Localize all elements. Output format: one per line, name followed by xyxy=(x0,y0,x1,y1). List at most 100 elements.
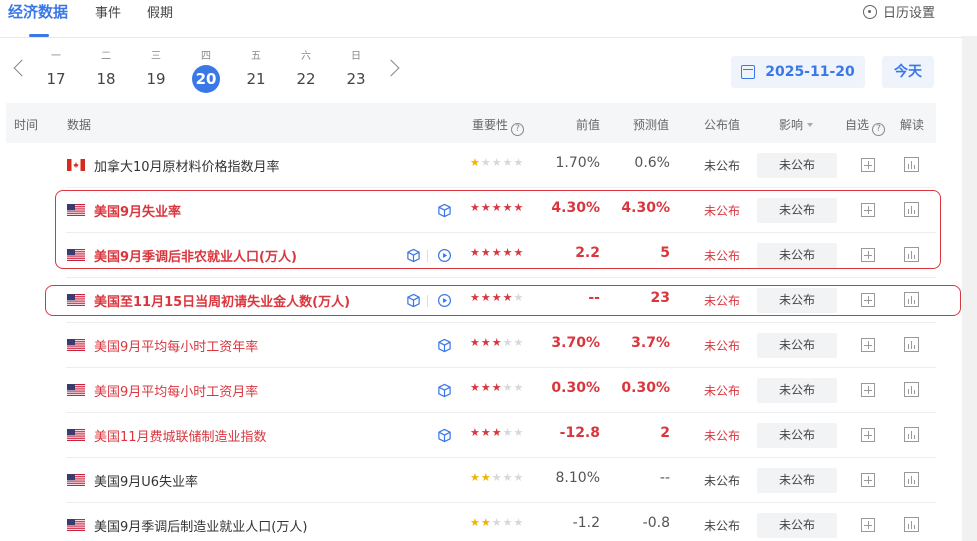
us-flag-icon xyxy=(67,474,85,486)
help-icon[interactable]: ? xyxy=(872,123,886,136)
sort-caret-icon xyxy=(807,123,814,127)
add-to-watchlist-icon[interactable] xyxy=(861,248,875,262)
cube-icon[interactable] xyxy=(437,428,452,443)
date-item[interactable]: 一 17 xyxy=(41,50,71,92)
forecast-value: 23 xyxy=(650,290,670,306)
add-to-watchlist-icon[interactable] xyxy=(861,293,875,307)
impact-badge: 未公布 xyxy=(757,288,837,313)
weekday-label: 三 xyxy=(151,51,161,62)
chart-icon[interactable] xyxy=(904,157,919,172)
table-row[interactable]: 美国9月U6失业率 ★★★★★ 8.10% -- 未公布 未公布 xyxy=(66,458,936,503)
day-number: 17 xyxy=(46,70,66,88)
add-to-watchlist-icon[interactable] xyxy=(861,518,875,532)
play-icon[interactable] xyxy=(437,293,452,308)
indicator-name[interactable]: 美国9月季调后非农就业人口(万人) xyxy=(94,246,297,265)
impact-badge: 未公布 xyxy=(757,333,837,358)
tab-holidays[interactable]: 假期 xyxy=(147,2,173,21)
indicator-name[interactable]: 美国9月平均每小时工资年率 xyxy=(94,336,258,355)
play-icon[interactable] xyxy=(437,248,452,263)
us-flag-icon xyxy=(67,429,85,441)
header-forecast: 预测值 xyxy=(633,118,670,132)
weekday-label: 五 xyxy=(251,51,261,62)
header-previous: 前值 xyxy=(576,118,601,132)
date-item[interactable]: 日 23 xyxy=(341,50,371,92)
chart-icon[interactable] xyxy=(904,517,919,532)
previous-value: -12.8 xyxy=(559,425,600,441)
date-value: 2025-11-20 xyxy=(765,64,855,80)
forecast-value: -0.8 xyxy=(642,515,670,531)
impact-badge: 未公布 xyxy=(757,423,837,448)
published-value: 未公布 xyxy=(704,474,741,488)
indicator-name[interactable]: 美国9月失业率 xyxy=(94,201,181,220)
table-row[interactable]: 加拿大10月原材料价格指数月率 ★★★★★ 1.70% 0.6% 未公布 未公布 xyxy=(66,143,936,188)
add-to-watchlist-icon[interactable] xyxy=(861,428,875,442)
tab-events[interactable]: 事件 xyxy=(95,2,121,21)
date-item[interactable]: 六 22 xyxy=(291,50,321,92)
help-icon[interactable]: ? xyxy=(511,123,525,136)
chart-icon[interactable] xyxy=(904,292,919,307)
header-impact[interactable]: 影响 xyxy=(779,116,814,133)
table-row[interactable]: 美国9月季调后制造业就业人口(万人) ★★★★★ -1.2 -0.8 未公布 未… xyxy=(66,503,936,541)
previous-value: 8.10% xyxy=(555,470,600,486)
table-row[interactable]: 美国至11月15日当周初请失业金人数(万人) ★★★★★ -- 23 未公布 未… xyxy=(66,278,936,323)
add-to-watchlist-icon[interactable] xyxy=(861,383,875,397)
weekday-label: 四 xyxy=(201,51,211,62)
date-picker-button[interactable]: 2025-11-20 xyxy=(731,56,865,88)
date-item[interactable]: 四 20 xyxy=(191,50,221,93)
cube-icon[interactable] xyxy=(437,203,452,218)
indicator-name[interactable]: 美国9月平均每小时工资月率 xyxy=(94,381,258,400)
date-item[interactable]: 二 18 xyxy=(91,50,121,92)
table-row[interactable]: 美国9月失业率 ★★★★★ 4.30% 4.30% 未公布 未公布 xyxy=(66,188,936,233)
date-item[interactable]: 三 19 xyxy=(141,50,171,92)
importance-stars: ★★★★★ xyxy=(470,291,525,304)
previous-value: 1.70% xyxy=(555,155,600,171)
add-to-watchlist-icon[interactable] xyxy=(861,338,875,352)
add-to-watchlist-icon[interactable] xyxy=(861,203,875,217)
impact-badge: 未公布 xyxy=(757,153,837,178)
weekday-label: 一 xyxy=(51,51,61,62)
today-button[interactable]: 今天 xyxy=(882,56,934,88)
table-row[interactable]: 美国9月平均每小时工资月率 ★★★★★ 0.30% 0.30% 未公布 未公布 xyxy=(66,368,936,413)
forecast-value: 0.6% xyxy=(634,155,670,171)
canada-flag-icon xyxy=(67,159,85,171)
prev-week-icon[interactable] xyxy=(13,59,31,77)
chart-icon[interactable] xyxy=(904,202,919,217)
tab-economic-data[interactable]: 经济数据 xyxy=(8,1,68,22)
day-number: 22 xyxy=(296,70,316,88)
cube-icon[interactable] xyxy=(437,338,452,353)
forecast-value: 5 xyxy=(660,245,670,261)
next-week-icon[interactable] xyxy=(382,59,400,77)
calendar-settings-label: 日历设置 xyxy=(882,6,935,21)
importance-stars: ★★★★★ xyxy=(470,201,525,214)
cube-icon[interactable] xyxy=(406,248,421,263)
day-number: 19 xyxy=(146,70,166,88)
date-item[interactable]: 五 21 xyxy=(241,50,271,92)
calendar-settings-button[interactable]: 日历设置 xyxy=(862,2,935,21)
cube-icon[interactable] xyxy=(437,383,452,398)
indicator-name[interactable]: 美国9月U6失业率 xyxy=(94,471,198,490)
indicator-name[interactable]: 美国11月费城联储制造业指数 xyxy=(94,426,267,445)
top-tabs: 经济数据 事件 假期 日历设置 xyxy=(0,0,977,38)
indicator-name[interactable]: 美国至11月15日当周初请失业金人数(万人) xyxy=(94,291,350,310)
chart-icon[interactable] xyxy=(904,472,919,487)
impact-badge: 未公布 xyxy=(757,378,837,403)
impact-badge: 未公布 xyxy=(757,243,837,268)
table-row[interactable]: 美国11月费城联储制造业指数 ★★★★★ -12.8 2 未公布 未公布 xyxy=(66,413,936,458)
chart-icon[interactable] xyxy=(904,247,919,262)
add-to-watchlist-icon[interactable] xyxy=(861,473,875,487)
chart-icon[interactable] xyxy=(904,382,919,397)
us-flag-icon xyxy=(67,294,85,306)
indicator-name[interactable]: 美国9月季调后制造业就业人口(万人) xyxy=(94,516,307,535)
impact-badge: 未公布 xyxy=(757,468,837,493)
add-to-watchlist-icon[interactable] xyxy=(861,158,875,172)
cube-icon[interactable] xyxy=(406,293,421,308)
forecast-value: -- xyxy=(659,470,670,486)
indicator-name[interactable]: 加拿大10月原材料价格指数月率 xyxy=(94,156,280,175)
chart-icon[interactable] xyxy=(904,337,919,352)
us-flag-icon xyxy=(67,204,85,216)
table-row[interactable]: 美国9月平均每小时工资年率 ★★★★★ 3.70% 3.7% 未公布 未公布 xyxy=(66,323,936,368)
chart-icon[interactable] xyxy=(904,427,919,442)
scrollbar[interactable] xyxy=(962,36,977,541)
header-importance: 重要性? xyxy=(472,116,525,136)
table-row[interactable]: 美国9月季调后非农就业人口(万人) ★★★★★ 2.2 5 未公布 未公布 xyxy=(66,233,936,278)
